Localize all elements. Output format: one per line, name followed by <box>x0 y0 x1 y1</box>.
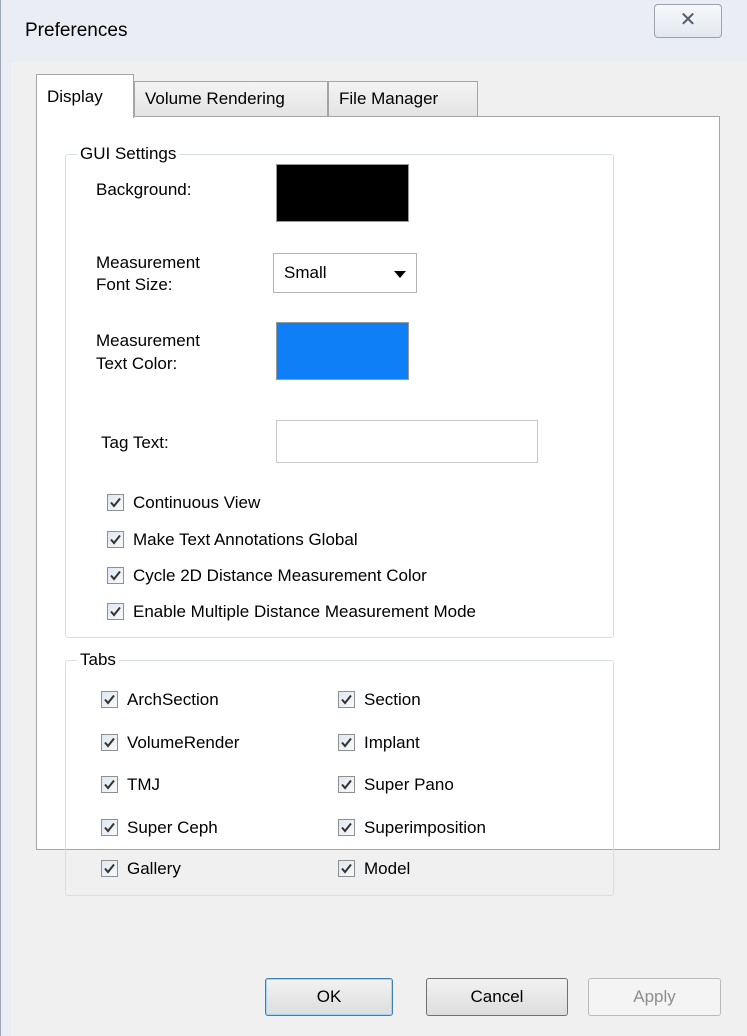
checkmark-icon <box>104 737 115 748</box>
checkmark-icon <box>104 694 115 705</box>
checkbox-box[interactable] <box>107 603 124 620</box>
background-color-swatch[interactable] <box>276 164 409 222</box>
checkbox-box[interactable] <box>101 860 118 877</box>
close-button[interactable]: ✕ <box>654 4 722 38</box>
checkmark-icon <box>341 737 352 748</box>
checkbox-box[interactable] <box>101 734 118 751</box>
checkmark-icon <box>341 694 352 705</box>
checkmark-icon <box>110 606 121 617</box>
checkbox-label: Model <box>364 859 411 878</box>
checkbox-box[interactable] <box>107 531 124 548</box>
checkbox-label: TMJ <box>127 775 161 794</box>
checkbox-label: Superimposition <box>364 818 486 837</box>
font-size-dropdown[interactable]: Small <box>273 253 417 293</box>
checkbox-label: Implant <box>364 733 420 752</box>
checkmark-icon <box>104 863 115 874</box>
checkbox-box[interactable] <box>338 691 355 708</box>
tab-volume-rendering-label: Volume Rendering <box>145 89 285 108</box>
apply-button[interactable]: Apply <box>588 978 721 1016</box>
font-size-label-line1: Measurement <box>96 253 200 272</box>
close-icon: ✕ <box>679 9 697 31</box>
chevron-down-icon <box>394 271 406 278</box>
checkbox-label: Enable Multiple Distance Measurement Mod… <box>133 602 477 621</box>
text-color-label-line2: Text Color: <box>96 354 178 373</box>
text-color-label-line1: Measurement <box>96 331 200 350</box>
tab-file-manager[interactable]: File Manager <box>328 81 478 117</box>
checkbox-label: ArchSection <box>127 690 219 709</box>
tab-display[interactable]: Display <box>36 74 134 118</box>
text-color-swatch[interactable] <box>276 322 409 380</box>
checkmark-icon <box>341 779 352 790</box>
checkbox-box[interactable] <box>338 776 355 793</box>
checkbox-label: Section <box>364 690 421 709</box>
checkbox-label: Super Ceph <box>127 818 218 837</box>
checkbox-label: Gallery <box>127 859 181 878</box>
font-size-label-line2: Font Size: <box>96 275 173 294</box>
checkbox-label: VolumeRender <box>127 733 240 752</box>
window-title: Preferences <box>25 20 128 41</box>
title-bar: Preferences ✕ <box>1 0 747 62</box>
font-size-value: Small <box>284 263 327 282</box>
background-label: Background: <box>96 180 192 199</box>
checkmark-icon <box>341 822 352 833</box>
checkbox-box[interactable] <box>101 691 118 708</box>
cancel-button[interactable]: Cancel <box>426 978 568 1016</box>
checkbox-box[interactable] <box>107 494 124 511</box>
tabs-group-legend: Tabs <box>77 650 119 670</box>
checkbox-label: Make Text Annotations Global <box>133 530 358 549</box>
checkbox-label: Super Pano <box>364 775 454 794</box>
checkbox-box[interactable] <box>107 567 124 584</box>
checkmark-icon <box>110 534 121 545</box>
checkmark-icon <box>104 779 115 790</box>
gui-settings-legend: GUI Settings <box>77 144 180 164</box>
checkmark-icon <box>110 570 121 581</box>
tab-volume-rendering[interactable]: Volume Rendering <box>134 81 328 117</box>
checkmark-icon <box>104 822 115 833</box>
checkbox-box[interactable] <box>338 819 355 836</box>
checkmark-icon <box>341 863 352 874</box>
checkbox-box[interactable] <box>101 819 118 836</box>
checkbox-box[interactable] <box>338 734 355 751</box>
tag-text-input[interactable] <box>276 420 538 463</box>
ok-button[interactable]: OK <box>265 978 393 1016</box>
checkbox-label: Cycle 2D Distance Measurement Color <box>133 566 427 585</box>
tag-text-label: Tag Text: <box>101 433 169 452</box>
checkbox-box[interactable] <box>101 776 118 793</box>
checkbox-box[interactable] <box>338 860 355 877</box>
preferences-dialog: Preferences ✕ Display Volume Rendering F… <box>0 0 747 1036</box>
tab-display-label: Display <box>47 87 103 106</box>
tab-file-manager-label: File Manager <box>339 89 439 108</box>
checkbox-label: Continuous View <box>133 493 261 512</box>
checkmark-icon <box>110 497 121 508</box>
